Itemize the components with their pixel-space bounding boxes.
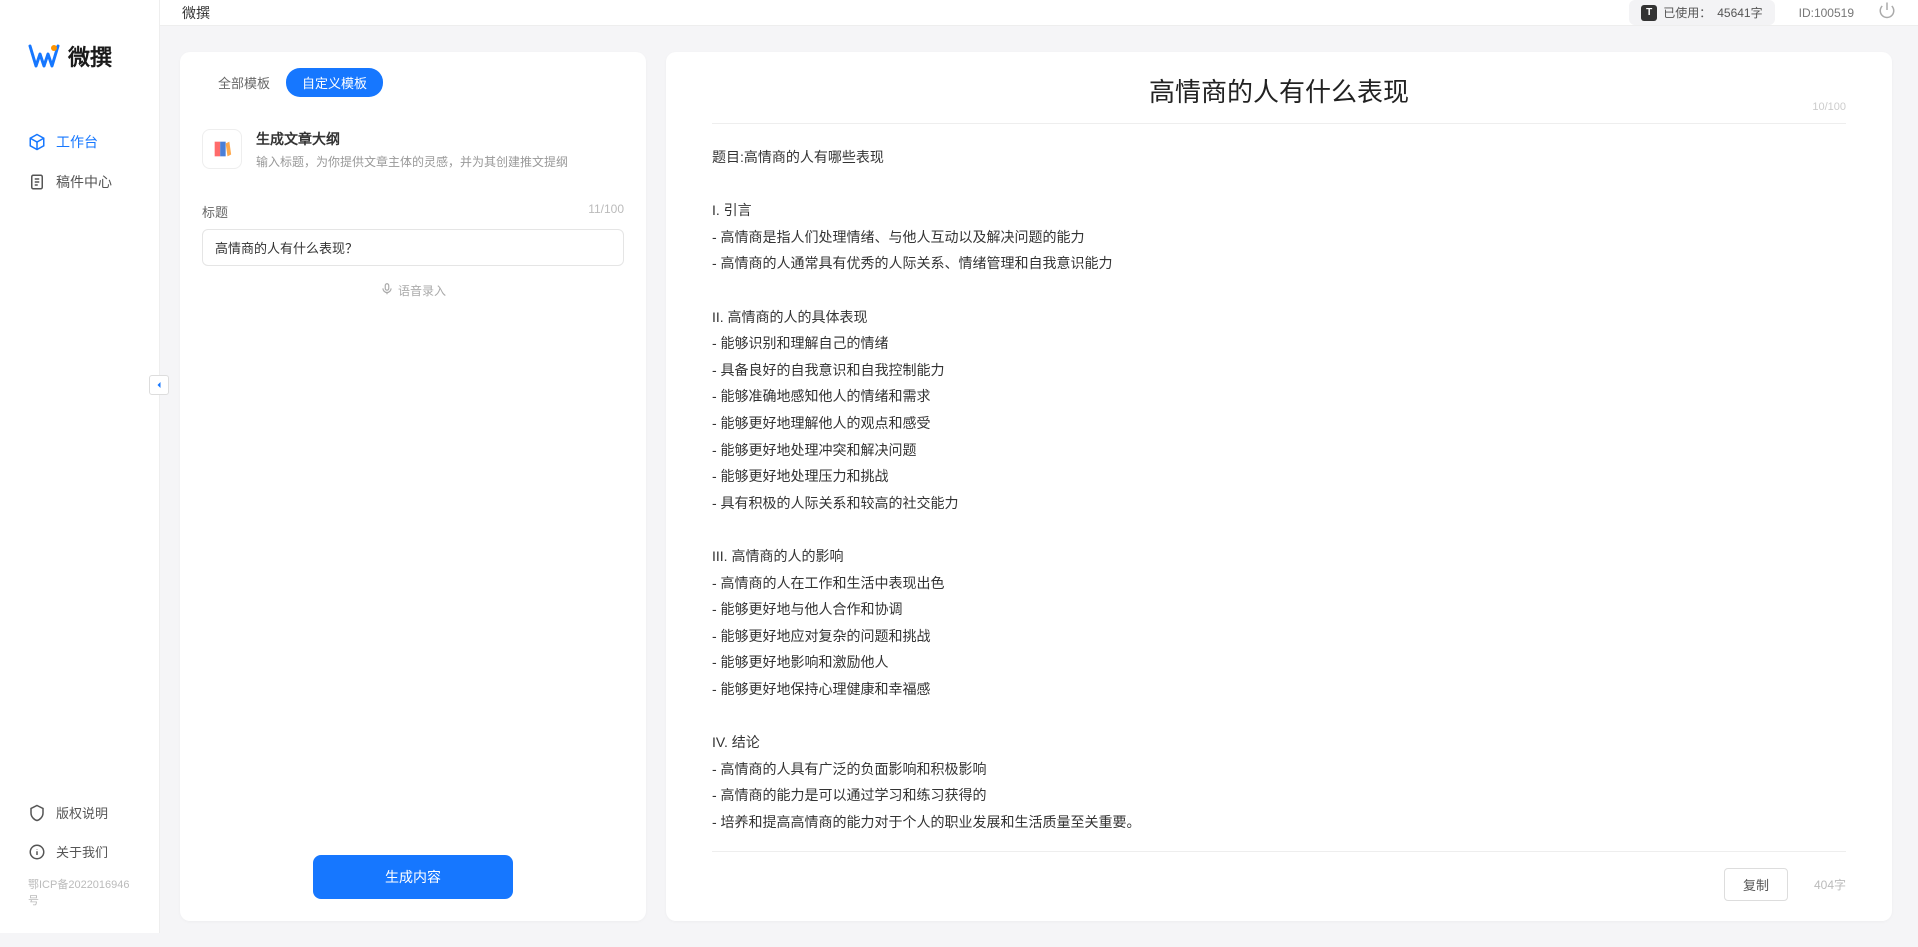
sidebar-item-about[interactable]: 关于我们 bbox=[0, 832, 159, 871]
mic-icon bbox=[380, 282, 394, 299]
sidebar-item-label: 稿件中心 bbox=[56, 172, 112, 192]
sidebar-item-label: 工作台 bbox=[56, 132, 98, 152]
voice-input-label: 语音录入 bbox=[398, 282, 446, 299]
logo[interactable]: 微撰 bbox=[0, 40, 159, 72]
template-card: 生成文章大纲 输入标题，为你提供文章主体的灵感，并为其创建推文提纲 bbox=[202, 117, 624, 182]
text-icon: T bbox=[1641, 5, 1657, 21]
title-field-counter: 11/100 bbox=[588, 202, 624, 221]
template-tabs: 全部模板 自定义模板 bbox=[202, 68, 624, 97]
sidebar-item-workbench[interactable]: 工作台 bbox=[0, 122, 159, 162]
shield-icon bbox=[28, 804, 46, 822]
template-name: 生成文章大纲 bbox=[256, 129, 568, 149]
info-icon bbox=[28, 843, 46, 861]
template-book-icon bbox=[202, 129, 242, 169]
sidebar-collapse-handle[interactable] bbox=[149, 375, 169, 395]
logo-icon bbox=[28, 40, 60, 72]
input-panel: 全部模板 自定义模板 生成文章大纲 输入标题，为你提供文章主体的灵感，并为其创建… bbox=[180, 52, 646, 921]
template-desc: 输入标题，为你提供文章主体的灵感，并为其创建推文提纲 bbox=[256, 153, 568, 170]
sidebar-item-drafts[interactable]: 稿件中心 bbox=[0, 162, 159, 202]
title-field-label: 标题 bbox=[202, 202, 228, 221]
sidebar-item-copyright[interactable]: 版权说明 bbox=[0, 793, 159, 832]
tab-custom-templates[interactable]: 自定义模板 bbox=[286, 68, 383, 97]
usage-prefix: 已使用： bbox=[1663, 4, 1711, 21]
output-content[interactable]: 题目:高情商的人有哪些表现 I. 引言 - 高情商是指人们处理情绪、与他人互动以… bbox=[712, 144, 1846, 835]
voice-input-link[interactable]: 语音录入 bbox=[202, 282, 624, 299]
app-title: 微撰 bbox=[182, 3, 210, 23]
output-title: 高情商的人有什么表现 bbox=[712, 72, 1846, 109]
power-icon[interactable] bbox=[1878, 1, 1896, 24]
sidebar-item-label: 关于我们 bbox=[56, 842, 108, 861]
output-panel: 高情商的人有什么表现 10/100 题目:高情商的人有哪些表现 I. 引言 - … bbox=[666, 52, 1892, 921]
sidebar-item-label: 版权说明 bbox=[56, 803, 108, 822]
topbar: 微撰 T 已使用： 45641字 ID:100519 bbox=[160, 0, 1918, 26]
tab-all-templates[interactable]: 全部模板 bbox=[202, 68, 286, 97]
copy-button[interactable]: 复制 bbox=[1724, 868, 1788, 901]
usage-badge[interactable]: T 已使用： 45641字 bbox=[1629, 0, 1774, 25]
cube-icon bbox=[28, 133, 46, 151]
word-count: 404字 bbox=[1814, 876, 1846, 893]
generate-button[interactable]: 生成内容 bbox=[313, 855, 513, 899]
sidebar-bottom: 版权说明 关于我们 鄂ICP备2022016946号 bbox=[0, 793, 159, 933]
title-input[interactable] bbox=[202, 229, 624, 266]
sidebar: 微撰 工作台 bbox=[0, 0, 160, 933]
output-title-counter: 10/100 bbox=[1812, 101, 1846, 113]
user-id: ID:100519 bbox=[1799, 6, 1854, 20]
nav-main: 工作台 稿件中心 bbox=[0, 122, 159, 793]
icp-text: 鄂ICP备2022016946号 bbox=[0, 871, 159, 913]
logo-text: 微撰 bbox=[68, 40, 112, 72]
document-icon bbox=[28, 173, 46, 191]
usage-value: 45641字 bbox=[1717, 4, 1762, 21]
